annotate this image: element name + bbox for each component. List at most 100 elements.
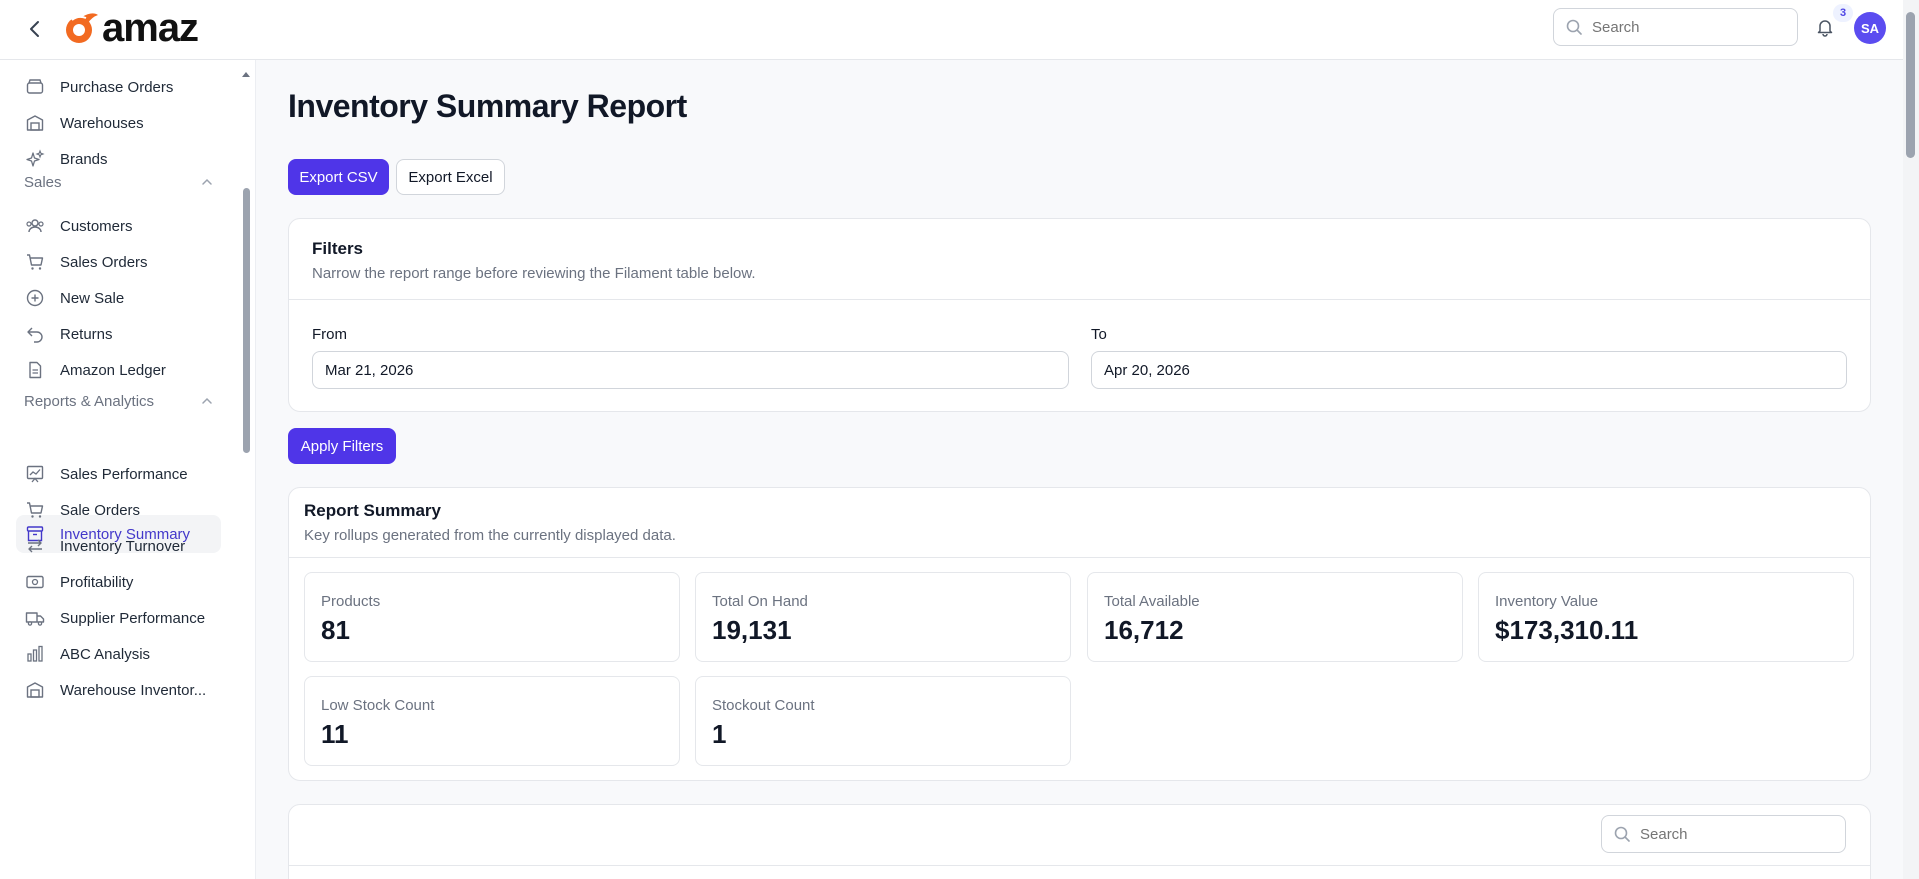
sidebar-item-abc-analysis[interactable]: ABC Analysis xyxy=(16,635,221,673)
back-arrow-icon[interactable] xyxy=(22,16,48,42)
stat-label: Total On Hand xyxy=(712,593,808,610)
stat-card-products: Products 81 xyxy=(304,572,680,662)
sidebar-item-label: Sales Performance xyxy=(60,465,188,483)
global-search[interactable] xyxy=(1553,8,1798,46)
sidebar-item-label: Customers xyxy=(60,217,133,235)
sidebar-item-label: Inventory Turnover xyxy=(60,537,186,555)
box-icon xyxy=(24,76,46,98)
report-summary-card: Report Summary Key rollups generated fro… xyxy=(288,487,1871,781)
building-icon xyxy=(24,112,46,134)
sidebar-item-amazon-ledger[interactable]: Amazon Ledger xyxy=(16,351,221,389)
sidebar-group-label: Reports & Analytics xyxy=(24,392,155,410)
sidebar-item-label: Warehouses xyxy=(60,114,144,132)
stat-card-total-on-hand: Total On Hand 19,131 xyxy=(695,572,1071,662)
sidebar-item-new-sale[interactable]: New Sale xyxy=(16,279,221,317)
plus-circle-icon xyxy=(24,287,46,309)
sidebar-item-customers[interactable]: Customers xyxy=(16,207,221,245)
sidebar-scroll-up-arrow[interactable] xyxy=(240,66,252,77)
export-excel-button[interactable]: Export Excel xyxy=(396,159,505,195)
sidebar-item-label: New Sale xyxy=(60,289,125,307)
to-label: To xyxy=(1091,326,1107,343)
stat-value: 19,131 xyxy=(712,615,792,645)
sparkles-icon xyxy=(24,148,46,170)
summary-title: Report Summary xyxy=(304,501,441,520)
stat-label: Products xyxy=(321,593,381,610)
cart-icon xyxy=(24,499,46,521)
stat-label: Total Available xyxy=(1104,593,1200,610)
bar-chart-icon xyxy=(24,643,46,665)
sidebar-group-label: Sales xyxy=(24,173,62,191)
sidebar-item-label: ABC Analysis xyxy=(60,645,151,663)
arrows-exchange-icon xyxy=(24,535,46,557)
from-date-input[interactable] xyxy=(312,351,1069,389)
stat-value: 81 xyxy=(321,615,350,645)
sidebar-item-sales-performance[interactable]: Sales Performance xyxy=(16,455,221,493)
to-date-input[interactable] xyxy=(1091,351,1847,389)
truck-icon xyxy=(24,607,46,629)
stat-label: Low Stock Count xyxy=(321,697,435,714)
summary-description: Key rollups generated from the currently… xyxy=(304,527,676,544)
notification-count-badge: 3 xyxy=(1833,4,1853,22)
chevron-up-icon xyxy=(202,178,212,185)
cart-icon xyxy=(24,251,46,273)
sidebar-item-warehouse-inventory[interactable]: Warehouse Inventor... xyxy=(16,671,221,709)
stat-value: 1 xyxy=(712,719,727,749)
top-bar: amaz 3 SA xyxy=(0,0,1903,60)
stat-card-stockout-count: Stockout Count 1 xyxy=(695,676,1071,766)
stat-label: Inventory Value xyxy=(1495,593,1599,610)
cash-icon xyxy=(24,571,46,593)
from-label: From xyxy=(312,326,347,343)
table-search-input[interactable] xyxy=(1640,825,1820,843)
sidebar-item-label: Purchase Orders xyxy=(60,78,174,96)
sidebar-group-sales[interactable]: Sales xyxy=(24,170,214,194)
logo-mark-icon xyxy=(66,13,98,43)
users-icon xyxy=(24,215,46,237)
table-search[interactable] xyxy=(1601,815,1846,853)
sidebar-item-label: Returns xyxy=(60,325,113,343)
logo[interactable]: amaz xyxy=(62,6,199,50)
chart-line-icon xyxy=(24,463,46,485)
sidebar-item-label: Profitability xyxy=(60,573,134,591)
user-avatar[interactable]: SA xyxy=(1854,12,1886,44)
stat-card-low-stock-count: Low Stock Count 11 xyxy=(304,676,680,766)
sidebar-item-label: Brands xyxy=(60,150,108,168)
stat-value: 16,712 xyxy=(1104,615,1184,645)
chevron-up-icon xyxy=(202,397,212,404)
stat-label: Stockout Count xyxy=(712,697,815,714)
stat-value: $173,310.11 xyxy=(1495,615,1639,645)
document-icon xyxy=(24,359,46,381)
export-csv-button[interactable]: Export CSV xyxy=(288,159,389,195)
search-icon xyxy=(1566,19,1582,35)
sidebar-item-returns[interactable]: Returns xyxy=(16,315,221,353)
sidebar-item-supplier-performance[interactable]: Supplier Performance xyxy=(16,599,221,637)
stat-card-total-available: Total Available 16,712 xyxy=(1087,572,1463,662)
return-arrow-icon xyxy=(24,323,46,345)
filters-title: Filters xyxy=(312,239,364,258)
sidebar-item-label: Warehouse Inventor... xyxy=(60,681,207,699)
divider xyxy=(289,557,1870,558)
sidebar-item-label: Amazon Ledger xyxy=(60,361,166,379)
sidebar-item-label: Supplier Performance xyxy=(60,609,206,627)
divider xyxy=(289,299,1870,300)
logo-text: amaz xyxy=(102,6,199,50)
sidebar-item-sales-orders[interactable]: Sales Orders xyxy=(16,243,221,281)
stat-value: 11 xyxy=(321,719,349,749)
page-scrollbar-thumb[interactable] xyxy=(1906,12,1915,158)
building-icon xyxy=(24,679,46,701)
apply-filters-button[interactable]: Apply Filters xyxy=(288,428,396,464)
sidebar-item-warehouses[interactable]: Warehouses xyxy=(16,104,221,142)
sidebar-item-label: Sale Orders xyxy=(60,501,141,519)
filters-description: Narrow the report range before reviewing… xyxy=(312,265,756,282)
sidebar-item-label: Sales Orders xyxy=(60,253,148,271)
filters-card: Filters Narrow the report range before r… xyxy=(288,218,1871,412)
sidebar-item-purchase-orders[interactable]: Purchase Orders xyxy=(16,68,221,106)
global-search-input[interactable] xyxy=(1592,18,1772,36)
divider xyxy=(289,865,1870,866)
stat-card-inventory-value: Inventory Value $173,310.11 xyxy=(1478,572,1854,662)
sidebar-group-reports[interactable]: Reports & Analytics xyxy=(24,389,214,413)
sidebar-item-sale-orders[interactable]: Sale Orders xyxy=(16,491,221,529)
sidebar-scrollbar-thumb[interactable] xyxy=(243,188,250,453)
page-title: Inventory Summary Report xyxy=(288,88,687,124)
sidebar-item-profitability[interactable]: Profitability xyxy=(16,563,221,601)
sidebar-item-inventory-turnover[interactable]: Inventory Turnover xyxy=(16,527,221,565)
